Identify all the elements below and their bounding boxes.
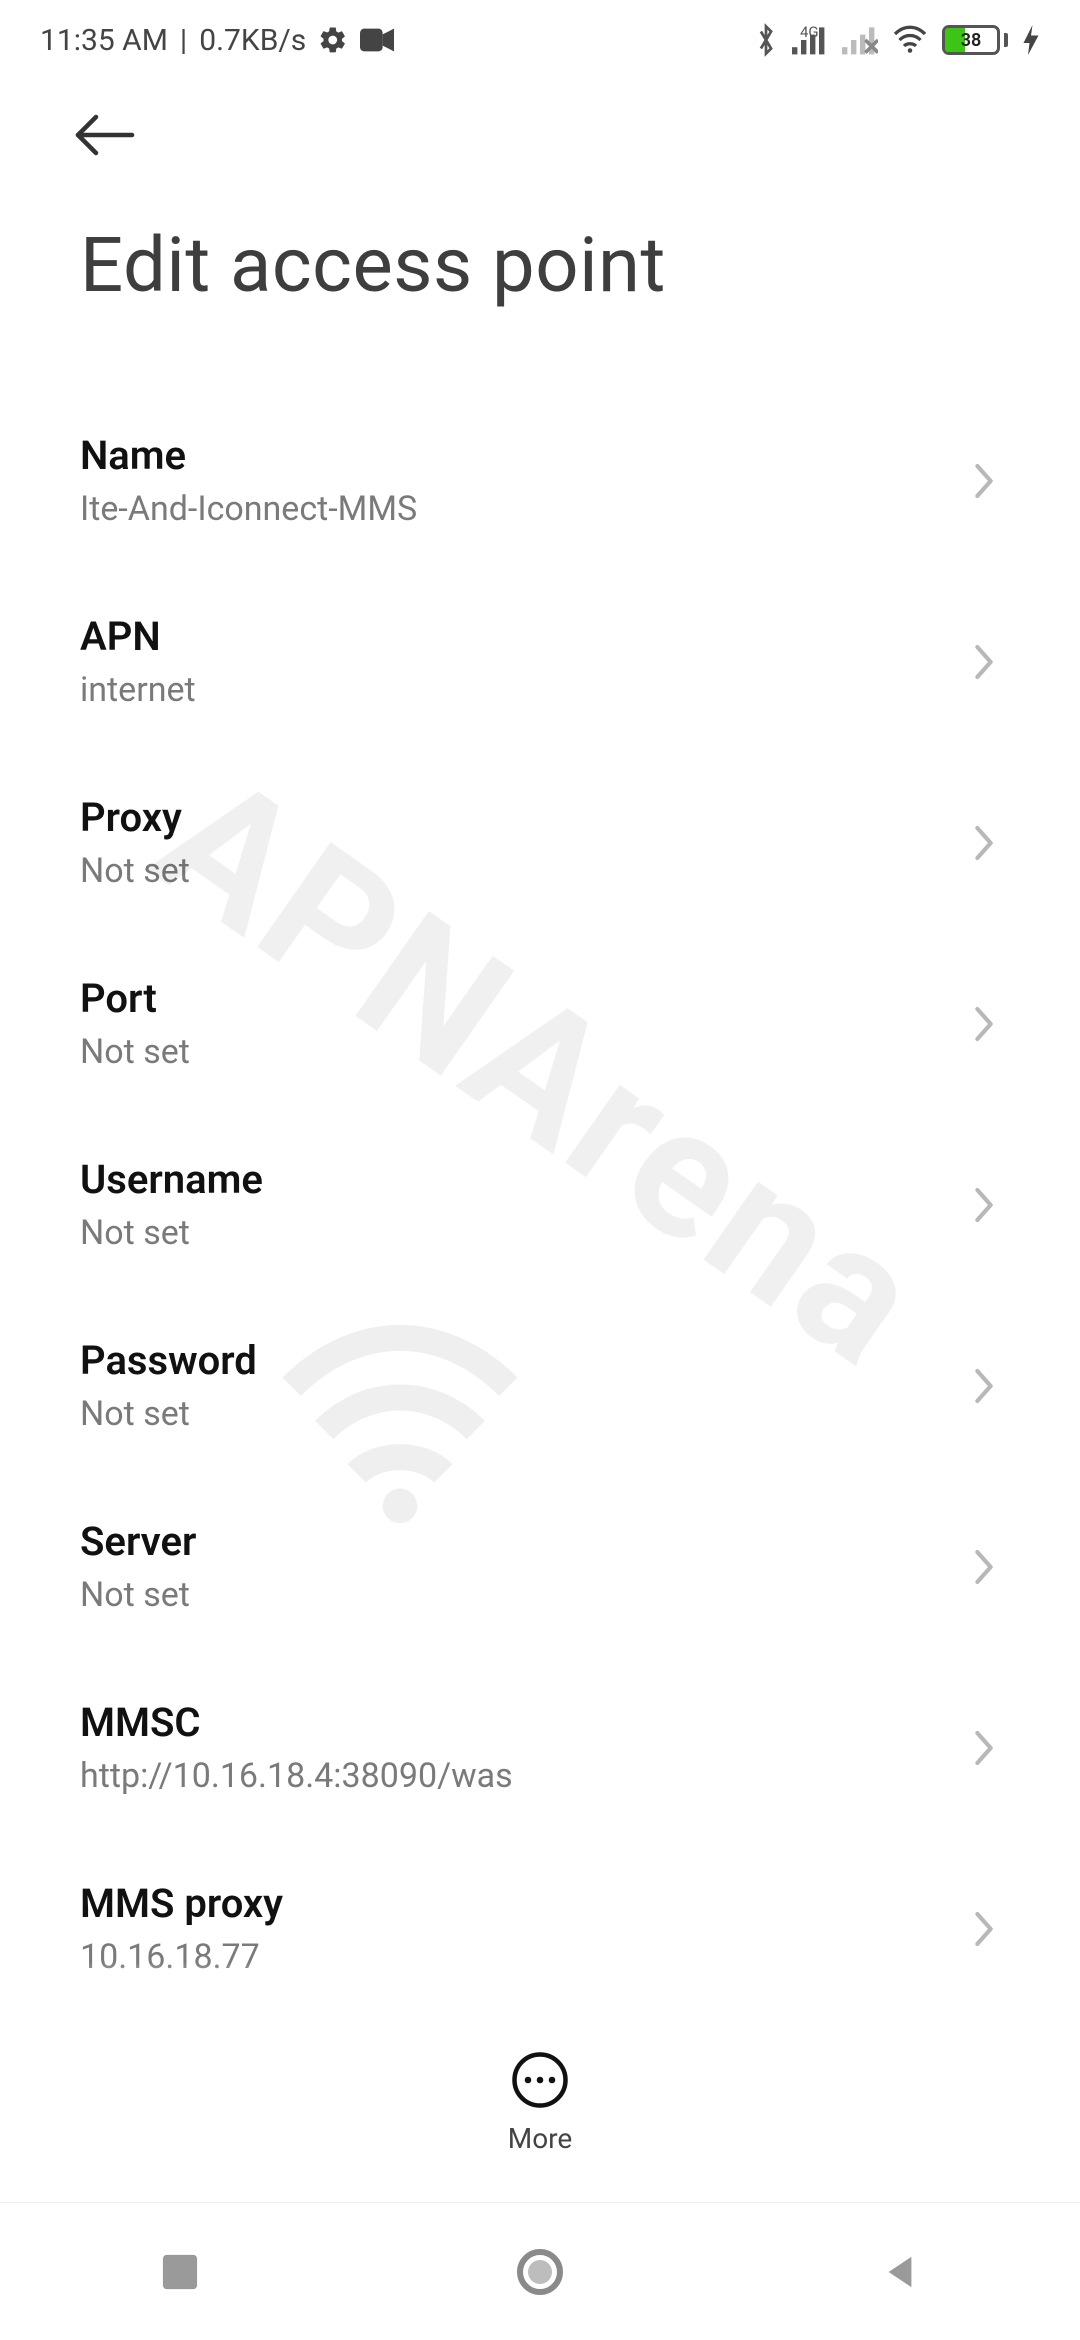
signal-sim2-icon — [842, 25, 878, 55]
arrow-left-icon — [75, 112, 135, 158]
more-button[interactable]: More — [508, 2050, 573, 2155]
system-nav-bar — [0, 2202, 1080, 2340]
field-label-mmsc: MMSC — [80, 1699, 513, 1746]
field-label-username: Username — [80, 1156, 263, 1203]
gear-icon — [318, 25, 348, 55]
more-horizontal-icon — [510, 2050, 570, 2110]
field-value-name: Ite-And-Iconnect-MMS — [80, 489, 417, 529]
network-type-label: 4G — [800, 23, 819, 41]
more-label: More — [508, 2122, 573, 2155]
page-title: Edit access point — [0, 170, 1080, 390]
field-row-apn[interactable]: APN internet — [80, 571, 1000, 752]
settings-list: Name Ite-And-Iconnect-MMS APN internet Proxy… — [0, 390, 1080, 2002]
field-label-port: Port — [80, 975, 190, 1022]
chevron-right-icon — [968, 1542, 1000, 1592]
field-value-server: Not set — [80, 1575, 196, 1615]
bottom-action-bar: More — [0, 2002, 1080, 2202]
nav-recents-button[interactable] — [140, 2232, 220, 2312]
nav-back-button[interactable] — [860, 2232, 940, 2312]
field-row-port[interactable]: Port Not set — [80, 933, 1000, 1114]
chevron-right-icon — [968, 1180, 1000, 1230]
field-label-password: Password — [80, 1337, 257, 1384]
chevron-right-icon — [968, 1723, 1000, 1773]
field-value-username: Not set — [80, 1213, 263, 1253]
field-row-name[interactable]: Name Ite-And-Iconnect-MMS — [80, 390, 1000, 571]
field-label-server: Server — [80, 1518, 196, 1565]
battery-percent: 38 — [945, 30, 997, 51]
field-row-server[interactable]: Server Not set — [80, 1476, 1000, 1657]
field-row-username[interactable]: Username Not set — [80, 1114, 1000, 1295]
chevron-right-icon — [968, 818, 1000, 868]
field-label-apn: APN — [80, 613, 196, 660]
field-row-mmsc[interactable]: MMSC http://10.16.18.4:38090/was — [80, 1657, 1000, 1838]
field-value-mmsc: http://10.16.18.4:38090/was — [80, 1756, 513, 1796]
status-bar: 11:35 AM | 0.7KB/s 4G — [0, 0, 1080, 80]
field-value-mms_proxy: 10.16.18.77 — [80, 1937, 283, 1977]
field-row-password[interactable]: Password Not set — [80, 1295, 1000, 1476]
field-row-proxy[interactable]: Proxy Not set — [80, 752, 1000, 933]
video-camera-icon — [360, 28, 394, 52]
field-label-mms_proxy: MMS proxy — [80, 1880, 283, 1927]
square-icon — [161, 2253, 199, 2291]
status-net-speed: 0.7KB/s — [199, 23, 306, 58]
chevron-right-icon — [968, 1361, 1000, 1411]
charging-bolt-icon — [1022, 25, 1040, 55]
field-value-password: Not set — [80, 1394, 257, 1434]
field-value-port: Not set — [80, 1032, 190, 1072]
field-row-mms_proxy[interactable]: MMS proxy 10.16.18.77 — [80, 1838, 1000, 2002]
signal-sim1-icon: 4G — [792, 25, 828, 55]
back-button[interactable] — [70, 100, 140, 170]
status-sep: | — [180, 23, 187, 58]
bluetooth-icon — [754, 23, 778, 57]
chevron-right-icon — [968, 637, 1000, 687]
field-label-name: Name — [80, 432, 417, 479]
chevron-right-icon — [968, 456, 1000, 506]
field-value-apn: internet — [80, 670, 196, 710]
circle-icon — [516, 2248, 564, 2296]
triangle-left-icon — [881, 2253, 919, 2291]
battery-indicator: 38 — [942, 25, 1008, 55]
wifi-icon — [892, 25, 928, 55]
chevron-right-icon — [968, 999, 1000, 1049]
field-value-proxy: Not set — [80, 851, 190, 891]
chevron-right-icon — [968, 1904, 1000, 1954]
nav-home-button[interactable] — [500, 2232, 580, 2312]
field-label-proxy: Proxy — [80, 794, 190, 841]
status-time: 11:35 AM — [40, 23, 168, 58]
